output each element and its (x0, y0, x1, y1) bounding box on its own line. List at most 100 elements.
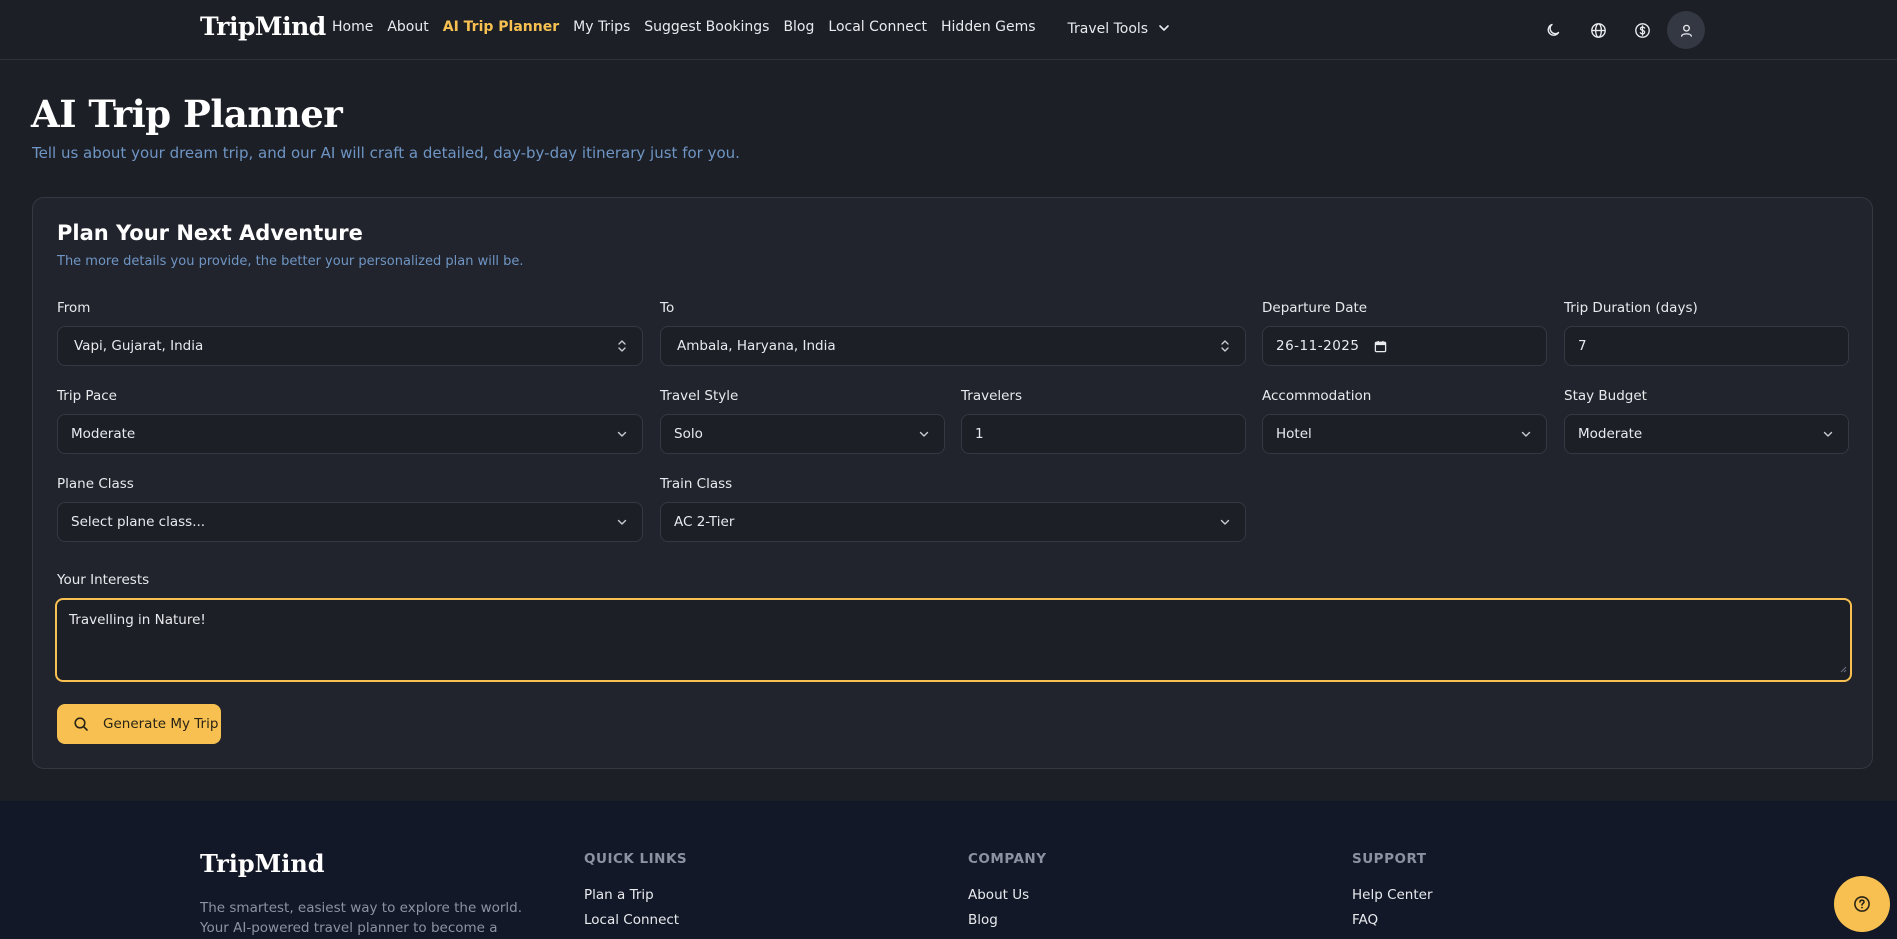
trip-duration-field: Trip Duration (days) 7 (1564, 300, 1849, 366)
trip-planner-form: Plan Your Next Adventure The more detail… (32, 197, 1873, 769)
chevron-down-icon (615, 515, 629, 529)
interests-textarea[interactable]: Travelling in Nature! (55, 598, 1852, 682)
stay-budget-value: Moderate (1578, 426, 1643, 442)
plane-class-field: Plane Class Select plane class... (57, 476, 643, 542)
travelers-label: Travelers (961, 388, 1023, 404)
train-class-select[interactable]: AC 2-Tier (660, 502, 1246, 542)
footer-brand[interactable]: TripMind (200, 849, 325, 878)
to-combobox[interactable]: Ambala, Haryana, India (660, 326, 1246, 366)
travelers-input[interactable]: 1 (961, 414, 1246, 454)
search-icon (73, 716, 89, 732)
nav-suggest-bookings[interactable]: Suggest Bookings (644, 19, 769, 38)
from-field: From Vapi, Gujarat, India (57, 300, 643, 366)
departure-date-input[interactable]: 26-11-2025 (1262, 326, 1547, 366)
support-heading: SUPPORT (1352, 851, 1427, 867)
header-actions (1535, 11, 1705, 49)
interests-field: Your Interests Travelling in Nature! (55, 572, 1852, 682)
travelers-value: 1 (975, 426, 984, 442)
travel-style-select[interactable]: Solo (660, 414, 945, 454)
travel-tools-dropdown[interactable]: Travel Tools (1068, 19, 1171, 38)
footer-link-faq[interactable]: FAQ (1352, 912, 1433, 928)
accommodation-label: Accommodation (1262, 388, 1372, 404)
travel-tools-label: Travel Tools (1067, 20, 1149, 37)
accommodation-value: Hotel (1276, 426, 1312, 442)
chevron-down-icon (1158, 19, 1170, 38)
trip-pace-label: Trip Pace (57, 388, 117, 404)
help-circle-icon (1853, 895, 1871, 913)
page-subtitle: Tell us about your dream trip, and our A… (32, 144, 740, 162)
form-subtitle: The more details you provide, the better… (57, 254, 524, 269)
stay-budget-field: Stay Budget Moderate (1564, 388, 1849, 454)
from-combobox[interactable]: Vapi, Gujarat, India (57, 326, 643, 366)
company-heading: COMPANY (968, 851, 1047, 867)
footer-link-local-connect[interactable]: Local Connect (584, 912, 687, 928)
footer-quick-links: QUICK LINKS Plan a Trip Local Connect (584, 851, 687, 937)
footer: TripMind The smartest, easiest way to ex… (0, 801, 1897, 939)
chevron-down-icon (1821, 427, 1835, 441)
globe-icon[interactable] (1579, 11, 1617, 49)
main-nav: Home About AI Trip Planner My Trips Sugg… (332, 19, 1170, 38)
accommodation-field: Accommodation Hotel (1262, 388, 1547, 454)
user-icon[interactable] (1667, 11, 1705, 49)
from-value: Vapi, Gujarat, India (74, 338, 204, 354)
chevrons-up-down-icon (1218, 339, 1232, 353)
departure-date-field: Departure Date 26-11-2025 (1262, 300, 1547, 366)
nav-hidden-gems[interactable]: Hidden Gems (941, 19, 1036, 38)
footer-link-plan-a-trip[interactable]: Plan a Trip (584, 887, 687, 903)
page-title: AI Trip Planner (31, 92, 343, 136)
travel-style-label: Travel Style (660, 388, 739, 404)
dollar-icon[interactable] (1623, 11, 1661, 49)
footer-support: SUPPORT Help Center FAQ (1352, 851, 1433, 937)
stay-budget-select[interactable]: Moderate (1564, 414, 1849, 454)
nav-about[interactable]: About (387, 19, 428, 38)
interests-label: Your Interests (57, 572, 150, 588)
chevron-down-icon (917, 427, 931, 441)
stay-budget-label: Stay Budget (1564, 388, 1647, 404)
resize-grip-icon[interactable] (1839, 661, 1847, 677)
chevron-down-icon (1218, 515, 1232, 529)
nav-ai-trip-planner[interactable]: AI Trip Planner (443, 19, 559, 38)
generate-trip-button[interactable]: Generate My Trip (57, 704, 221, 744)
train-class-value: AC 2-Tier (674, 514, 735, 530)
plane-class-select[interactable]: Select plane class... (57, 502, 643, 542)
nav-home[interactable]: Home (332, 19, 373, 38)
trip-duration-value: 7 (1578, 338, 1587, 354)
nav-blog[interactable]: Blog (783, 19, 814, 38)
generate-trip-label: Generate My Trip (103, 716, 219, 732)
form-title: Plan Your Next Adventure (57, 221, 363, 245)
calendar-icon[interactable] (1374, 340, 1387, 353)
train-class-label: Train Class (660, 476, 733, 492)
trip-duration-label: Trip Duration (days) (1564, 300, 1698, 316)
quick-links-heading: QUICK LINKS (584, 851, 688, 867)
trip-pace-field: Trip Pace Moderate (57, 388, 643, 454)
to-label: To (660, 300, 675, 316)
chevron-down-icon (615, 427, 629, 441)
help-button[interactable] (1834, 876, 1890, 932)
travel-style-value: Solo (674, 426, 703, 442)
chevrons-up-down-icon (615, 339, 629, 353)
footer-company: COMPANY About Us Blog (968, 851, 1047, 937)
moon-icon[interactable] (1535, 11, 1573, 49)
chevron-down-icon (1519, 427, 1533, 441)
travelers-field: Travelers 1 (961, 388, 1246, 454)
trip-pace-value: Moderate (71, 426, 136, 442)
nav-local-connect[interactable]: Local Connect (828, 19, 927, 38)
trip-duration-input[interactable]: 7 (1564, 326, 1849, 366)
departure-date-label: Departure Date (1262, 300, 1368, 316)
from-label: From (57, 300, 91, 316)
top-navbar: TripMind Home About AI Trip Planner My T… (0, 0, 1897, 60)
departure-date-value: 26-11-2025 (1276, 338, 1360, 354)
travel-style-field: Travel Style Solo (660, 388, 945, 454)
footer-link-about-us[interactable]: About Us (968, 887, 1047, 903)
trip-pace-select[interactable]: Moderate (57, 414, 643, 454)
to-value: Ambala, Haryana, India (677, 338, 836, 354)
brand-logo[interactable]: TripMind (200, 12, 326, 41)
accommodation-select[interactable]: Hotel (1262, 414, 1547, 454)
plane-class-label: Plane Class (57, 476, 134, 492)
footer-link-blog[interactable]: Blog (968, 912, 1047, 928)
footer-description: The smartest, easiest way to explore the… (200, 900, 523, 936)
train-class-field: Train Class AC 2-Tier (660, 476, 1246, 542)
footer-link-help-center[interactable]: Help Center (1352, 887, 1433, 903)
nav-my-trips[interactable]: My Trips (573, 19, 630, 38)
plane-class-value: Select plane class... (71, 514, 206, 530)
